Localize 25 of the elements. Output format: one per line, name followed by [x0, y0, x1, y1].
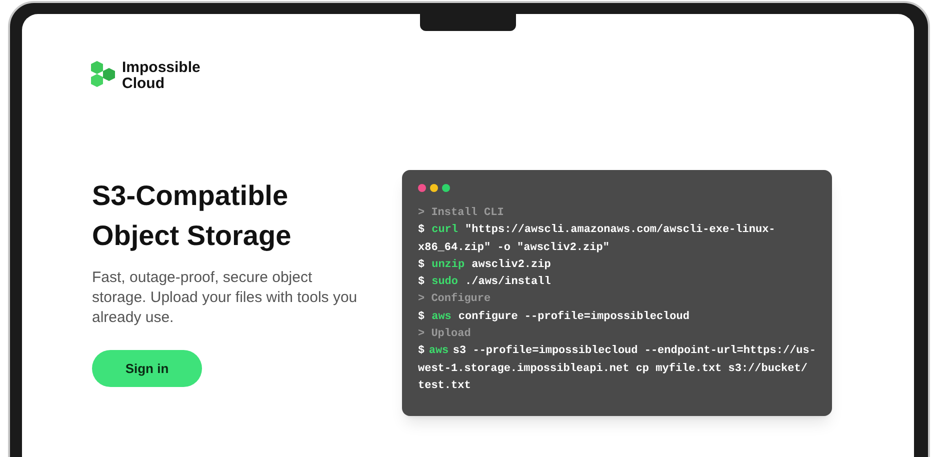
command-name: sudo [432, 275, 458, 290]
hero-title: S3-Compatible Object Storage [92, 179, 292, 253]
command-arguments: test.txt [418, 378, 471, 394]
hero-description: Fast, outage-proof, secure object storage. Upload your files with tools you already use. [92, 268, 358, 328]
command-name: aws [432, 310, 452, 325]
prompt-symbol: $ [418, 258, 425, 273]
command-arguments: ./aws/install [465, 275, 551, 290]
command-arguments: west-1.storage.impossibleapi.net cp myfile.txt s3://bucket/ [418, 362, 808, 377]
command-name: unzip [432, 258, 465, 273]
command-arguments: awscliv2.zip [472, 258, 551, 273]
command-arguments: x86_64.zip" -o "awscliv2.zip" [418, 240, 610, 256]
command-name: curl [432, 223, 458, 238]
prompt-symbol: $ [418, 344, 425, 360]
sign-in-button[interactable]: Sign in [92, 350, 202, 387]
command-arguments: configure --profile=impossiblecloud [458, 310, 690, 325]
command-arguments: "https://awscli.amazonaws.com/awscli-exe-linux- [465, 223, 776, 238]
prompt-symbol: $ [418, 223, 425, 238]
terminal-comment: > Install CLI [418, 206, 504, 221]
terminal-comment: > Configure [418, 292, 491, 308]
command-arguments: s3 --profile=impossiblecloud --endpoint-url=https://us- [452, 344, 816, 360]
prompt-symbol: $ [418, 310, 425, 325]
command-name: aws [428, 344, 449, 360]
brand-name: Impossible Cloud [122, 60, 200, 92]
prompt-symbol: $ [418, 275, 425, 290]
terminal-comment: > Upload [418, 327, 471, 342]
